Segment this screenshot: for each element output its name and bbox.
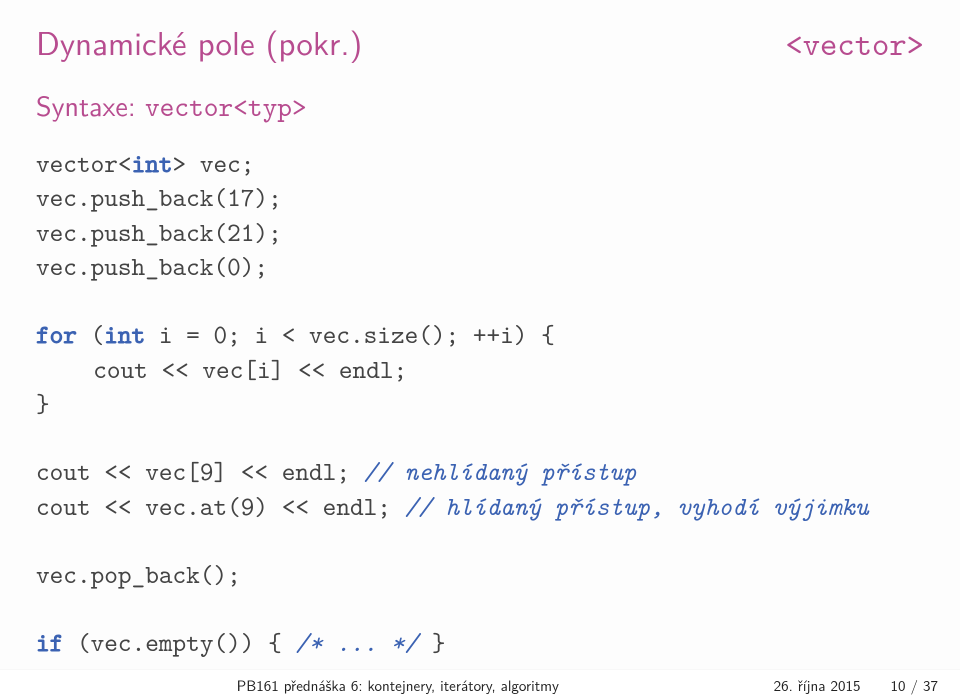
c-l1-kw-int: int [132, 147, 173, 181]
c-l5d: i = [145, 318, 213, 352]
footer-page: 10 / 37 [891, 674, 939, 696]
c-l7: } [36, 387, 50, 421]
code-block-3: cout << vec[9] << endl; // nehlídaný pří… [36, 455, 924, 524]
gap-4 [36, 592, 924, 626]
c-l4b: ); [241, 250, 268, 284]
slide: Dynamické pole (pokr.) <vector> Syntaxe:… [0, 0, 960, 700]
subtitle: Syntaxe: vector<typ> [36, 84, 924, 125]
code-block-2: for (int i = 0; i < vec.size(); ++i) { c… [36, 318, 924, 421]
gap-2 [36, 421, 924, 455]
c-l9b: ) << endl; [254, 490, 404, 524]
code-block-5: if (vec.empty()) { /* ... */ } [36, 626, 924, 660]
subtitle-tt: vector<typ> [145, 88, 307, 125]
c-l3n: 21 [227, 216, 254, 250]
c-l5-kw-int: int [104, 318, 145, 352]
page-title: Dynamické pole (pokr.) [36, 18, 362, 66]
code-block-4: vec.pop_back(); [36, 558, 924, 592]
c-l5-kw-for: for [36, 318, 77, 352]
gap-3 [36, 524, 924, 558]
footer-center: PB161 přednáška 6: kontejnery, iterátory… [22, 674, 774, 696]
c-l1a: vector< [36, 147, 132, 181]
c-l6: cout << vec[i] << endl; [93, 353, 407, 387]
c-l2b: ); [254, 181, 281, 215]
code-block: vector<int> vec; vec.push_back(17); vec.… [36, 147, 924, 284]
c-l9n: 9 [241, 490, 255, 524]
title-row: Dynamické pole (pokr.) <vector> [36, 18, 924, 66]
c-l4n: 0 [227, 250, 241, 284]
c-l5e: ; i < vec.size(); ++i) { [227, 318, 555, 352]
subtitle-prefix: Syntaxe: [36, 84, 145, 125]
c-l9a: cout << vec.at( [36, 490, 241, 524]
c-l8a: cout << vec[ [36, 455, 200, 489]
c-l2n: 17 [227, 181, 254, 215]
c-l8n: 9 [200, 455, 214, 489]
footer-right: 26. října 2015 10 / 37 [774, 674, 960, 696]
c-l1c: > vec; [173, 147, 255, 181]
c-l3a: vec.push_back( [36, 216, 227, 250]
c-l11b: (vec.empty()) { [63, 626, 295, 660]
c-l5b: ( [77, 318, 104, 352]
c-l4a: vec.push_back( [36, 250, 227, 284]
title-right-code: <vector> [785, 22, 924, 66]
c-l11-cm: /* ... */ [295, 626, 418, 660]
footer-date: 26. října 2015 [774, 674, 861, 696]
gap-1 [36, 284, 924, 318]
c-l11d: } [418, 626, 445, 660]
c-l3b: ); [254, 216, 281, 250]
footer: PB161 přednáška 6: kontejnery, iterátory… [0, 670, 960, 700]
c-l10: vec.pop_back(); [36, 558, 241, 592]
c-l8b: ] << endl; [213, 455, 363, 489]
c-l8-cm: // nehlídaný přístup [364, 455, 637, 489]
c-l2a: vec.push_back( [36, 181, 227, 215]
c-l5n1: 0 [213, 318, 227, 352]
c-l9-cm: // hlídaný přístup, vyhodí výjimku [405, 490, 869, 524]
c-l11-kw-if: if [36, 626, 63, 660]
